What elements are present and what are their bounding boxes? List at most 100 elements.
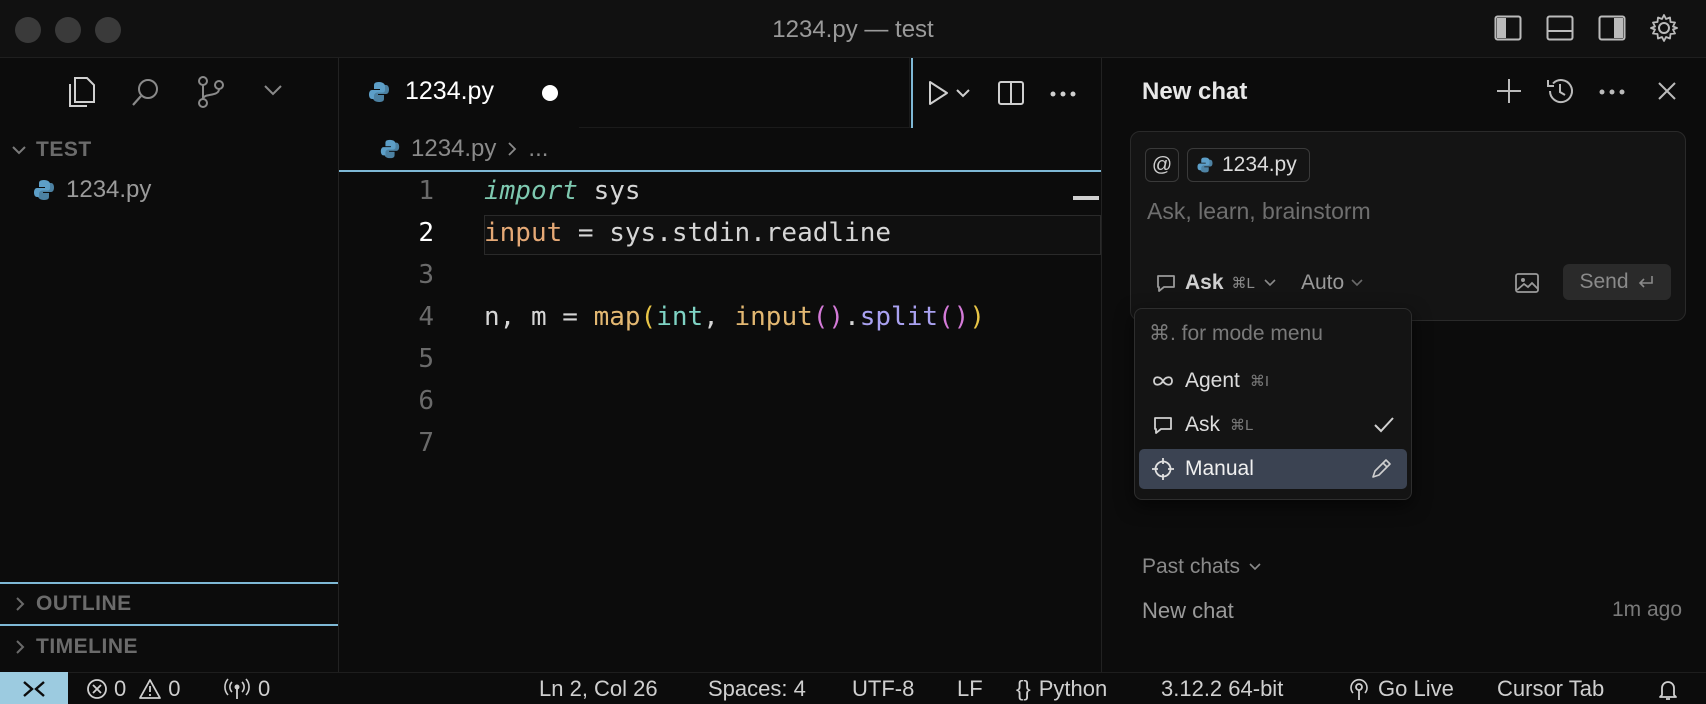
- enter-key-icon: [1638, 276, 1653, 288]
- context-file-chip[interactable]: 1234.py: [1187, 148, 1310, 182]
- line-number: 1: [418, 176, 434, 206]
- code-method: split: [859, 302, 939, 332]
- go-live-button[interactable]: Go Live: [1348, 676, 1454, 702]
- python-file-icon: [369, 82, 389, 102]
- past-chats-label: Past chats: [1142, 555, 1241, 578]
- toggle-panel-icon[interactable]: [1546, 14, 1574, 42]
- file-tree-item[interactable]: 1234.py: [32, 176, 151, 204]
- mode-menu-item-ask[interactable]: Ask ⌘L: [1141, 407, 1405, 443]
- breadcrumb-file[interactable]: 1234.py: [411, 135, 496, 163]
- explorer-sidebar: TEST 1234.py OUTLINE TIMELINE: [0, 58, 339, 672]
- search-icon[interactable]: [130, 76, 162, 108]
- code-function: input: [734, 302, 813, 332]
- problems-indicator[interactable]: 0 0: [86, 676, 181, 702]
- edit-pencil-icon[interactable]: [1369, 457, 1393, 481]
- send-label: Send: [1579, 270, 1629, 293]
- chevron-down-icon: [1264, 279, 1276, 287]
- code-variable: input: [484, 218, 563, 248]
- past-chat-time: 1m ago: [1611, 598, 1682, 621]
- timeline-panel-header[interactable]: TIMELINE: [0, 624, 338, 668]
- attach-image-icon[interactable]: [1514, 271, 1540, 295]
- chat-panel: New chat @ 1234.py Ask, learn, brainstor…: [1101, 58, 1706, 672]
- add-context-at-button[interactable]: @: [1145, 148, 1179, 182]
- cursor-position[interactable]: Ln 2, Col 26: [539, 676, 658, 702]
- mode-shortcut: ⌘L: [1231, 275, 1255, 292]
- end-of-line[interactable]: LF: [957, 676, 983, 702]
- chevron-right-icon: [508, 142, 517, 156]
- editor-tab[interactable]: 1234.py: [339, 58, 579, 128]
- indentation[interactable]: Spaces: 4: [708, 676, 806, 702]
- toggle-secondary-sidebar-icon[interactable]: [1598, 14, 1626, 42]
- code-function: map: [593, 302, 641, 332]
- chat-history-icon[interactable]: [1544, 75, 1576, 107]
- remote-connection-icon: [23, 681, 45, 697]
- code-text: n, m =: [484, 302, 594, 332]
- explorer-files-icon[interactable]: [66, 76, 96, 108]
- settings-gear-icon[interactable]: [1648, 12, 1680, 44]
- sash-left-border: [911, 58, 913, 128]
- error-count: 0: [114, 676, 127, 701]
- run-play-icon[interactable]: [925, 79, 951, 107]
- file-name: 1234.py: [66, 176, 152, 203]
- warning-triangle-icon: [139, 679, 162, 699]
- model-selector[interactable]: Auto: [1301, 271, 1364, 295]
- chat-bubble-icon: [1154, 417, 1172, 434]
- tab-filename: 1234.py: [405, 77, 494, 105]
- line-number: 3: [418, 260, 434, 290]
- remote-indicator[interactable]: [0, 672, 68, 704]
- language-mode[interactable]: {} Python: [1016, 676, 1107, 702]
- python-file-icon: [380, 139, 400, 159]
- past-chats-toggle[interactable]: Past chats: [1142, 555, 1262, 579]
- mode-selector[interactable]: Ask ⌘L: [1155, 271, 1277, 295]
- explorer-section-header[interactable]: TEST: [10, 138, 92, 162]
- chevron-right-icon: [16, 640, 25, 654]
- close-chat-icon[interactable]: [1656, 80, 1678, 102]
- python-interpreter[interactable]: 3.12.2 64-bit: [1161, 676, 1283, 702]
- code-bracket: (): [812, 302, 845, 332]
- breadcrumb-symbol[interactable]: ...: [528, 135, 548, 163]
- python-file-icon: [1197, 157, 1213, 173]
- chevron-down-icon: [12, 146, 26, 155]
- infinity-icon: [1153, 376, 1173, 386]
- mode-menu: ⌘. for mode menu Agent ⌘I Ask ⌘L Manual: [1134, 308, 1412, 500]
- source-control-icon[interactable]: [196, 75, 226, 109]
- code-line-2[interactable]: input = sys.stdin.readline: [484, 218, 891, 248]
- more-views-chevron-down-icon[interactable]: [262, 82, 284, 98]
- line-number: 7: [418, 428, 434, 458]
- mode-menu-item-agent[interactable]: Agent ⌘I: [1141, 363, 1405, 399]
- code-keyword: import: [484, 176, 578, 206]
- unsaved-dot-icon[interactable]: [542, 85, 558, 101]
- chat-more-ellipsis-icon[interactable]: [1598, 88, 1626, 96]
- toggle-primary-sidebar-icon[interactable]: [1494, 14, 1522, 42]
- ports-count: 0: [258, 676, 271, 701]
- split-editor-icon[interactable]: [997, 79, 1025, 107]
- minimap-slider[interactable]: [1073, 196, 1099, 200]
- breadcrumb: 1234.py ...: [339, 128, 1101, 172]
- new-chat-plus-icon[interactable]: [1494, 76, 1524, 106]
- title-bar: 1234.py — test: [0, 0, 1706, 58]
- run-options-chevron-down-icon[interactable]: [955, 86, 971, 100]
- line-number: 6: [418, 386, 434, 416]
- outline-panel-header[interactable]: OUTLINE: [0, 582, 338, 624]
- model-label: Auto: [1301, 271, 1345, 294]
- chevron-down-icon: [1351, 279, 1363, 287]
- send-button[interactable]: Send: [1563, 264, 1671, 300]
- code-line-4[interactable]: n, m = map(int, input().split()): [484, 302, 985, 332]
- cursor-tab-status[interactable]: Cursor Tab: [1497, 676, 1604, 702]
- file-encoding[interactable]: UTF-8: [852, 676, 914, 702]
- chevron-down-icon: [1249, 563, 1261, 571]
- notifications-bell-icon[interactable]: [1656, 678, 1680, 702]
- chat-input[interactable]: Ask, learn, brainstorm: [1147, 198, 1371, 225]
- code-text: sys: [577, 176, 641, 206]
- go-live-label: Go Live: [1378, 676, 1454, 701]
- mode-item-label: Ask: [1185, 413, 1221, 436]
- past-chat-item[interactable]: New chat 1m ago: [1142, 590, 1682, 630]
- language-label: Python: [1038, 676, 1108, 701]
- more-actions-ellipsis-icon[interactable]: [1049, 90, 1077, 98]
- checkmark-icon: [1374, 417, 1394, 433]
- code-line-1[interactable]: import sys: [484, 176, 641, 206]
- line-number: 4: [418, 302, 434, 332]
- mode-item-label: Manual: [1185, 457, 1254, 480]
- ports-indicator[interactable]: 0: [224, 676, 270, 702]
- mode-menu-item-manual[interactable]: Manual: [1139, 449, 1407, 489]
